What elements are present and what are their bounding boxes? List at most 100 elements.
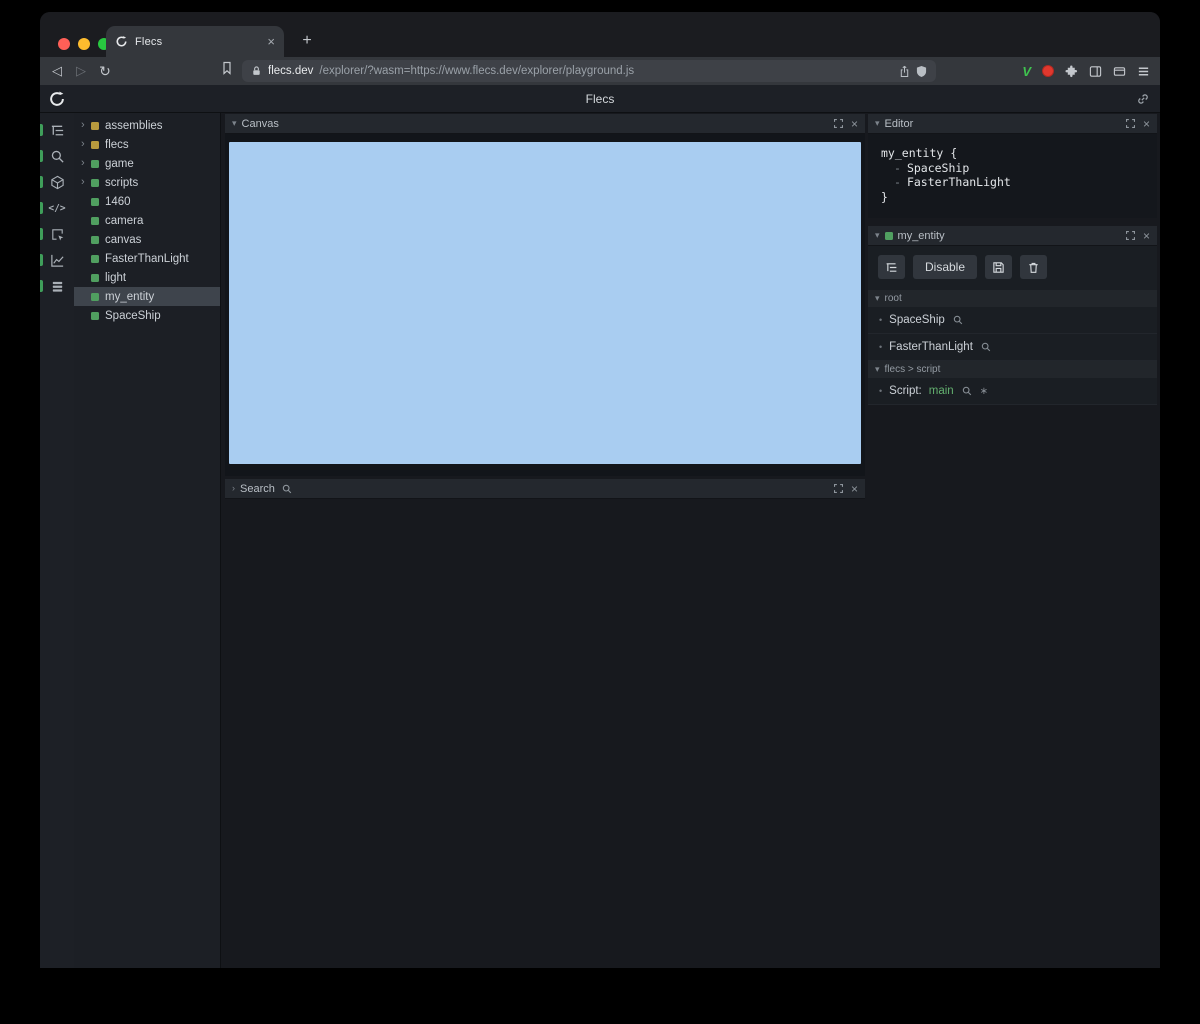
app-body: </> › assemblies › flecs › game › script… — [40, 113, 1160, 968]
fullscreen-icon[interactable] — [833, 484, 843, 493]
code-editor[interactable]: my_entity { - SpaceShip - FasterThanLight … — [868, 134, 1157, 219]
browser-toolbar: ◁ ▷ ↻ flecs.dev /explorer/?wasm=https://… — [40, 57, 1160, 85]
chevron-right-icon[interactable]: › — [81, 139, 91, 150]
fullscreen-icon[interactable] — [833, 119, 843, 128]
rail-outliner-button[interactable] — [40, 117, 74, 143]
script-asterisk-icon[interactable]: ∗ — [980, 386, 988, 397]
disable-button[interactable]: Disable — [913, 255, 978, 280]
outliner-icon — [51, 125, 63, 135]
section-title: flecs > script — [884, 364, 941, 376]
tree-row[interactable]: › assemblies — [74, 116, 220, 135]
code-line: my_entity { — [881, 146, 958, 160]
fullscreen-icon[interactable] — [1125, 119, 1135, 128]
active-indicator — [40, 254, 43, 266]
editor-panel: ▾ Editor × my_entity {- SpaceShip - Fas… — [868, 114, 1157, 219]
save-icon — [993, 262, 1004, 273]
entity-square — [91, 140, 99, 149]
forward-button[interactable]: ▷ — [70, 60, 92, 82]
tree-row[interactable]: camera — [74, 211, 220, 230]
new-tab-button[interactable]: + — [296, 30, 318, 52]
search-icon[interactable] — [962, 386, 972, 396]
minimize-window-button[interactable] — [78, 38, 90, 50]
lock-icon — [251, 65, 262, 77]
rail-stats-button[interactable] — [40, 247, 74, 273]
rail-code-button[interactable]: </> — [40, 195, 74, 221]
close-icon[interactable]: × — [851, 118, 858, 130]
extension-red-icon[interactable] — [1042, 65, 1054, 77]
tree-row[interactable]: light — [74, 268, 220, 287]
entity-square — [91, 254, 99, 263]
save-button[interactable] — [985, 255, 1013, 280]
tree-row[interactable]: FasterThanLight — [74, 249, 220, 268]
share-link-icon[interactable] — [1136, 92, 1150, 106]
rail-logs-button[interactable] — [40, 273, 74, 299]
rail-entities-button[interactable] — [40, 169, 74, 195]
editor-panel-title: Editor — [884, 117, 914, 130]
chevron-down-icon: ▾ — [875, 364, 880, 375]
close-icon[interactable]: × — [1143, 230, 1150, 242]
extension-v-icon[interactable]: V — [1022, 64, 1031, 79]
search-icon[interactable] — [981, 342, 991, 352]
chevron-down-icon[interactable]: ▾ — [875, 231, 880, 240]
entity-inspector-panel: ▾ my_entity × Disable ▾ root • SpaceShip… — [868, 226, 1157, 406]
chevron-down-icon[interactable]: ▾ — [875, 119, 880, 128]
fullscreen-icon[interactable] — [1125, 231, 1135, 241]
tab-title: Flecs — [135, 35, 163, 48]
search-panel-header[interactable]: › Search × — [225, 479, 865, 499]
section-header-flecs-script[interactable]: ▾ flecs > script — [868, 361, 1157, 379]
chevron-right-icon[interactable]: › — [81, 177, 91, 188]
search-panel: › Search × — [225, 479, 865, 499]
component-row[interactable]: • SpaceShip — [868, 307, 1157, 335]
tree-item-label: assemblies — [105, 119, 163, 132]
rail-inspector-button[interactable] — [40, 221, 74, 247]
close-icon[interactable]: × — [1143, 118, 1150, 130]
chevron-right-icon[interactable]: › — [232, 484, 235, 493]
back-button[interactable]: ◁ — [46, 60, 68, 82]
side-panel-icon[interactable] — [1089, 65, 1102, 78]
component-label: Script: — [889, 385, 922, 398]
reload-button[interactable]: ↻ — [94, 60, 116, 82]
address-bar[interactable]: flecs.dev /explorer/?wasm=https://www.fl… — [242, 60, 936, 82]
tree-row[interactable]: SpaceShip — [74, 306, 220, 325]
entity-panel-body: Disable ▾ root • SpaceShip • FasterThanL… — [868, 246, 1157, 406]
tree-row[interactable]: › flecs — [74, 135, 220, 154]
chevron-right-icon[interactable]: › — [81, 120, 91, 131]
delete-button[interactable] — [1020, 255, 1048, 280]
canvas-surface[interactable] — [229, 142, 861, 464]
tree-row[interactable]: › scripts — [74, 173, 220, 192]
section-header-root[interactable]: ▾ root — [868, 290, 1157, 308]
close-window-button[interactable] — [58, 38, 70, 50]
app-header: Flecs — [40, 85, 1160, 113]
extensions-puzzle-icon[interactable] — [1065, 65, 1078, 78]
active-indicator — [40, 202, 43, 214]
tree-view-button[interactable] — [878, 255, 905, 280]
reading-list-icon[interactable] — [221, 61, 233, 80]
component-row[interactable]: • Script: main ∗ — [868, 378, 1157, 406]
entity-square — [91, 292, 99, 301]
rail-search-button[interactable] — [40, 143, 74, 169]
tree-row-selected[interactable]: my_entity — [74, 287, 220, 306]
tree-row[interactable]: 1460 — [74, 192, 220, 211]
share-icon[interactable] — [899, 65, 910, 78]
browser-tab[interactable]: Flecs × — [106, 26, 284, 57]
close-icon[interactable]: × — [851, 483, 858, 495]
shield-icon[interactable] — [916, 65, 927, 78]
active-indicator — [40, 176, 43, 188]
canvas-body — [225, 134, 865, 476]
search-icon[interactable] — [953, 315, 963, 325]
tab-close-icon[interactable]: × — [267, 35, 275, 48]
main-content: ▾ Canvas × › Search × ▾ Editor × my_enti… — [221, 113, 1160, 968]
extensions-area: V — [1022, 60, 1150, 82]
app-title: Flecs — [585, 91, 615, 106]
tree-row[interactable]: › game — [74, 154, 220, 173]
component-row[interactable]: • FasterThanLight — [868, 334, 1157, 362]
tree-row[interactable]: canvas — [74, 230, 220, 249]
wallet-icon[interactable] — [1113, 65, 1126, 78]
chevron-down-icon[interactable]: ▾ — [232, 119, 237, 128]
entity-square — [884, 231, 893, 240]
chevron-right-icon[interactable]: › — [81, 158, 91, 169]
url-domain: flecs.dev — [268, 65, 314, 77]
icon-rail: </> — [40, 113, 74, 968]
cube-icon — [50, 175, 64, 189]
menu-icon[interactable] — [1137, 65, 1150, 78]
